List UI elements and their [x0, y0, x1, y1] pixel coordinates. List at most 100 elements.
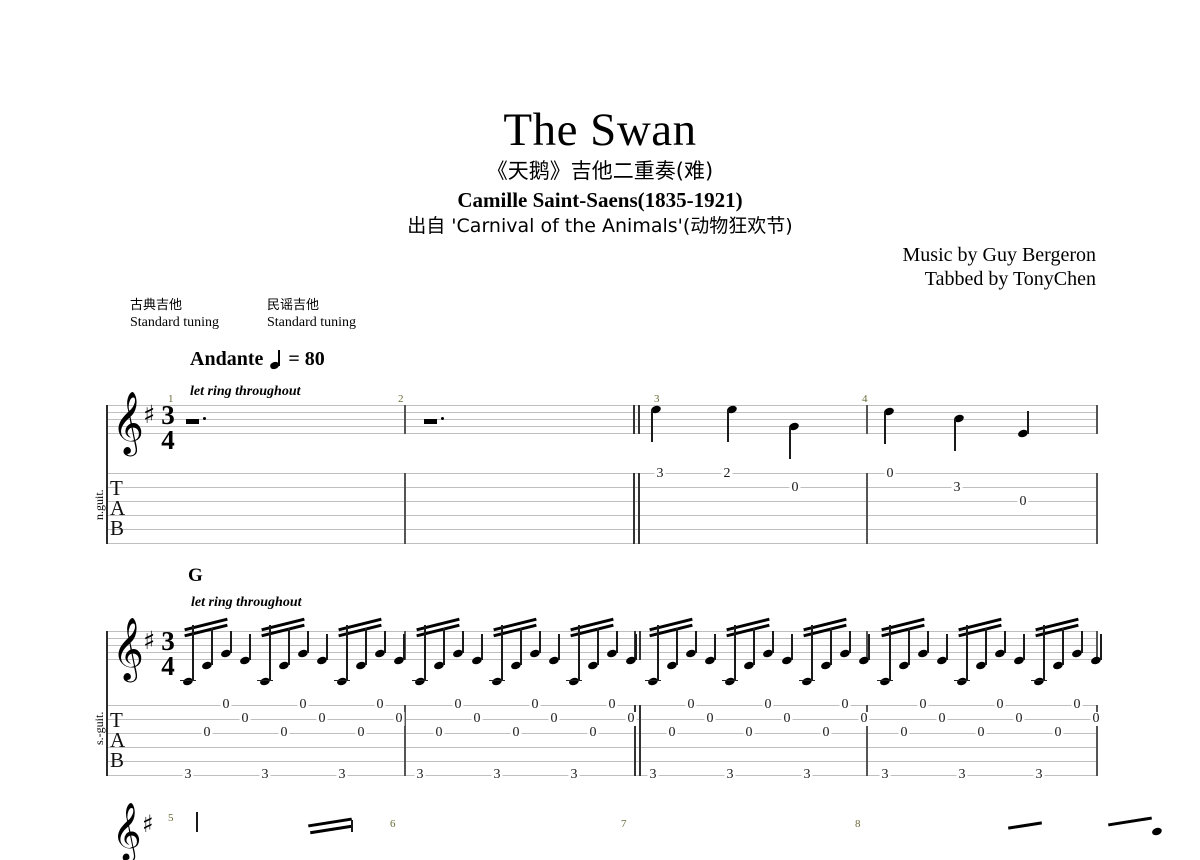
instrument-1-name: 古典吉他 [130, 298, 183, 313]
measure-number: 6 [390, 818, 396, 830]
note-stem [927, 631, 929, 653]
tab-fret-number: 0 [884, 466, 896, 481]
tempo-bpm: = 80 [288, 348, 325, 370]
tab-letter-a: A [110, 728, 126, 752]
tab-fret-number: 3 [654, 466, 666, 481]
tab-fret-number: 3 [1033, 767, 1045, 782]
tab-letter-a: A [110, 496, 126, 520]
tab-fret-number: 0 [743, 725, 755, 740]
tab-fret-number: 0 [1090, 711, 1102, 726]
tab-fret-number: 0 [355, 725, 367, 740]
note-stem [985, 628, 987, 665]
tab-fret-number: 0 [278, 725, 290, 740]
ledger-line [412, 680, 428, 682]
ledger-line [954, 680, 970, 682]
tab-fret-number: 3 [956, 767, 968, 782]
beam [1108, 816, 1152, 827]
note-stem [1100, 634, 1102, 660]
tab-letter-t: T [110, 476, 123, 500]
time-sig-denominator: 4 [161, 425, 175, 455]
ledger-line [489, 680, 505, 682]
note-stem [946, 634, 948, 660]
note-stem [481, 634, 483, 660]
tab-fret-number: 3 [647, 767, 659, 782]
subtitle-chinese: 《天鹅》吉他二重奏(难) [486, 159, 714, 183]
barline-end-notation-1 [1096, 405, 1098, 434]
note-stem [1023, 634, 1025, 660]
barline [639, 631, 641, 660]
tab-fret-number: 0 [433, 725, 445, 740]
note-stem [830, 628, 832, 665]
tab-letter-b: B [110, 748, 125, 772]
measure-number: 7 [621, 818, 627, 830]
tab-fret-number: 0 [587, 725, 599, 740]
measure-number: 5 [168, 812, 174, 824]
tab-fret-number: 3 [414, 767, 426, 782]
tab-fret-number: 0 [858, 711, 870, 726]
note-stem [1081, 631, 1083, 653]
note-stem [307, 631, 309, 653]
tab-fret-number: 3 [724, 767, 736, 782]
note-stem [269, 625, 271, 681]
note-stem [734, 625, 736, 681]
tab-fret-number: 3 [336, 767, 348, 782]
note-stem [695, 631, 697, 653]
expression-let-ring-2: let ring throughout [191, 595, 302, 610]
tab-fret-number: 0 [762, 697, 774, 712]
measure-number: 8 [855, 818, 861, 830]
barline [639, 705, 641, 776]
note-stem [230, 631, 232, 653]
tab-fret-number: 3 [879, 767, 891, 782]
expression-let-ring-1: let ring throughout [190, 384, 301, 399]
tab-fret-number: 0 [789, 480, 801, 495]
note-stem [424, 625, 426, 681]
ledger-line [1031, 680, 1047, 682]
instrument-2-name: 民谣吉他 [267, 298, 320, 313]
note-stem [597, 628, 599, 665]
measure-number: 3 [654, 393, 660, 405]
barline [866, 473, 868, 544]
credits: Music by Guy Bergeron Tabbed by TonyChen [903, 243, 1097, 291]
treble-clef-icon: 𝄞 [112, 391, 144, 454]
note-stem [727, 410, 729, 442]
treble-clef-icon: 𝄞 [112, 617, 144, 680]
note-stem [578, 625, 580, 681]
dotted-half-rest [186, 419, 199, 424]
note-stem [443, 628, 445, 665]
tab-fret-number: 0 [1013, 711, 1025, 726]
sharp-key-signature-icon: ♯ [143, 626, 156, 655]
ledger-line [180, 680, 196, 682]
note-stem [651, 410, 653, 442]
tab-fret-number: 0 [1071, 697, 1083, 712]
title-block: The Swan 《天鹅》吉他二重奏(难) Camille Saint-Saen… [0, 0, 1200, 239]
tab-fret-number: 0 [374, 697, 386, 712]
note-stem [884, 412, 886, 444]
page-title: The Swan [503, 104, 697, 156]
ledger-line [334, 680, 350, 682]
barline [404, 473, 406, 544]
tab-fret-number: 0 [839, 697, 851, 712]
tab-fret-number: 2 [721, 466, 733, 481]
note-stem [966, 625, 968, 681]
tab-fret-number: 0 [666, 725, 678, 740]
note-stem [1004, 631, 1006, 653]
tab-fret-number: 3 [568, 767, 580, 782]
note-stem [1043, 625, 1045, 681]
note-stem [501, 625, 503, 681]
note-stem [789, 427, 791, 459]
note-stem [558, 634, 560, 660]
time-sig-denominator: 4 [161, 651, 175, 681]
tab-fret-number: 0 [297, 697, 309, 712]
tab-fret-number: 0 [220, 697, 232, 712]
tab-letters-1: T A B [110, 476, 126, 539]
ledger-line [877, 680, 893, 682]
barline-end-tab-1 [1096, 473, 1098, 544]
note-stem [520, 628, 522, 665]
note-stem [616, 631, 618, 653]
tab-fret-number: 0 [936, 711, 948, 726]
barline [638, 405, 640, 434]
tab-fret-number: 3 [182, 767, 194, 782]
note-stem [635, 634, 637, 660]
credit-music: Music by Guy Bergeron [902, 244, 1097, 266]
note-stem [753, 628, 755, 665]
